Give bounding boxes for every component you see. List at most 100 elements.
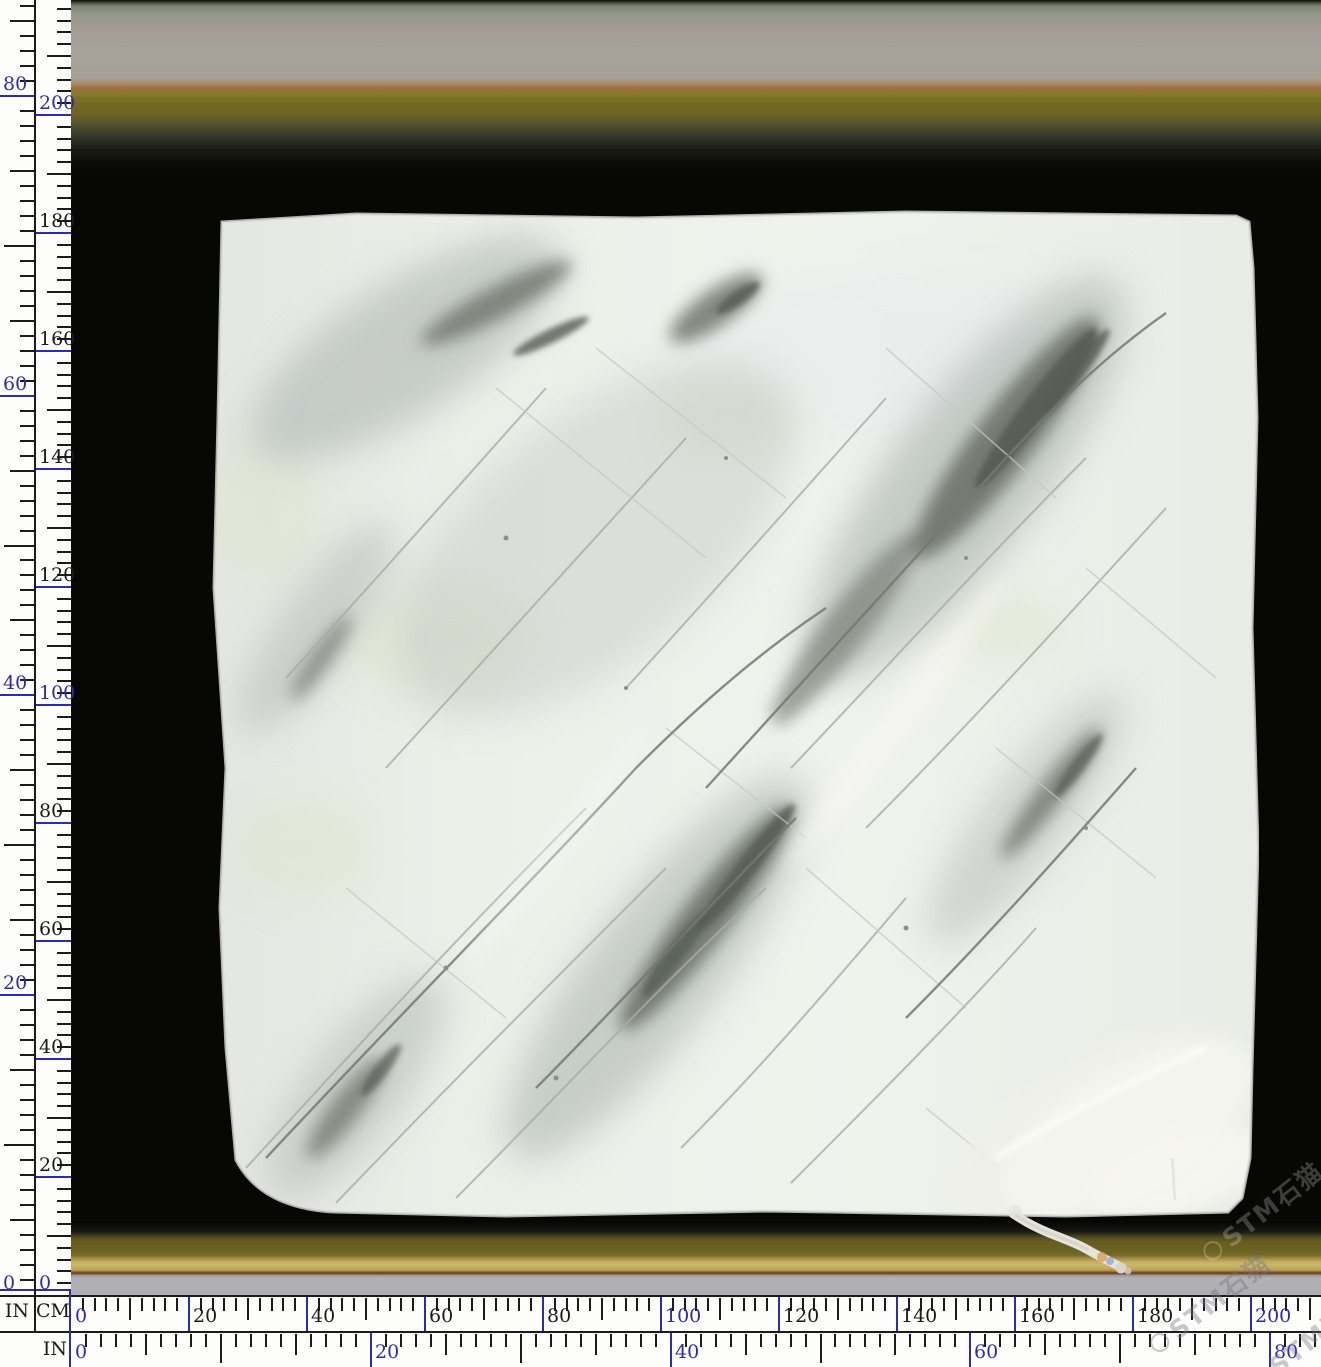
in-minor-tick bbox=[20, 35, 34, 37]
in-mid-tick bbox=[1044, 1334, 1046, 1355]
cm-minor-tick bbox=[57, 126, 71, 128]
slab-scanner-view: STM石猫 STM石猫 STM石猫 0204060801001201401601… bbox=[0, 0, 1321, 1367]
in-minor-tick bbox=[265, 1334, 267, 1347]
in-minor-tick bbox=[550, 1334, 552, 1347]
cm-minor-tick bbox=[990, 1298, 992, 1311]
cm-minor-tick bbox=[849, 1298, 851, 1311]
cm-minor-tick bbox=[223, 1298, 225, 1311]
cm-minor-tick bbox=[577, 1298, 579, 1311]
in-minor-tick bbox=[20, 709, 34, 711]
cm-major-line bbox=[424, 1297, 426, 1331]
cm-minor-tick bbox=[389, 1298, 391, 1311]
cm-minor-tick bbox=[57, 952, 71, 954]
in-major-line bbox=[0, 694, 34, 696]
cm-minor-tick bbox=[57, 362, 71, 364]
in-minor-tick bbox=[20, 784, 34, 786]
cm-minor-tick bbox=[57, 739, 71, 741]
cm-minor-tick bbox=[743, 1298, 745, 1311]
in-minor-tick bbox=[20, 485, 34, 487]
cm-minor-tick bbox=[57, 267, 71, 269]
ruler-label: 140 bbox=[901, 1306, 937, 1326]
ruler-label: 140 bbox=[39, 447, 75, 467]
ruler-label: 20 bbox=[39, 1155, 63, 1175]
cm-minor-tick bbox=[731, 1298, 733, 1311]
in-minor-tick bbox=[20, 110, 34, 112]
in-minor-tick bbox=[20, 290, 34, 292]
marble-slab-image bbox=[206, 208, 1259, 1222]
ruler-label: 160 bbox=[1019, 1306, 1055, 1326]
cm-major-line bbox=[1132, 1297, 1134, 1331]
cm-minor-tick bbox=[57, 621, 71, 623]
in-minor-tick bbox=[325, 1334, 327, 1347]
ruler-label: 0 bbox=[75, 1306, 87, 1326]
cm-minor-tick bbox=[57, 1082, 71, 1084]
vertical-ruler-divider bbox=[34, 0, 36, 1331]
in-minor-tick bbox=[20, 1204, 34, 1206]
in-minor-tick bbox=[20, 200, 34, 202]
in-minor-tick bbox=[20, 275, 34, 277]
cm-minor-tick bbox=[341, 1298, 343, 1311]
cm-minor-tick bbox=[57, 1023, 71, 1025]
cm-minor-tick bbox=[57, 834, 71, 836]
cm-minor-tick bbox=[884, 1298, 886, 1311]
cm-mid-tick bbox=[129, 1298, 131, 1320]
scanner-bottom-light-band bbox=[71, 1222, 1321, 1295]
in-mid-tick bbox=[894, 1334, 896, 1355]
in-minor-tick bbox=[715, 1334, 717, 1347]
cm-minor-tick bbox=[57, 503, 71, 505]
cm-minor-tick bbox=[412, 1298, 414, 1311]
in-minor-tick bbox=[490, 1334, 492, 1347]
cm-minor-tick bbox=[353, 1298, 355, 1311]
cm-major-line bbox=[36, 1058, 71, 1060]
in-minor-tick bbox=[1209, 1334, 1211, 1347]
cm-minor-tick bbox=[57, 975, 71, 977]
cm-mid-tick bbox=[955, 1298, 957, 1320]
cm-major-line bbox=[36, 586, 71, 588]
in-mid-tick bbox=[4, 545, 34, 547]
in-minor-tick bbox=[100, 1334, 102, 1347]
in-minor-tick bbox=[700, 1334, 702, 1347]
in-minor-tick bbox=[160, 1334, 162, 1347]
in-minor-tick bbox=[190, 1334, 192, 1347]
in-minor-tick bbox=[20, 604, 34, 606]
in-minor-tick bbox=[20, 425, 34, 427]
in-minor-tick bbox=[20, 1234, 34, 1236]
ruler-label: 40 bbox=[675, 1342, 699, 1362]
cm-minor-tick bbox=[57, 315, 71, 317]
in-minor-tick bbox=[640, 1334, 642, 1347]
in-minor-tick bbox=[340, 1334, 342, 1347]
in-minor-tick bbox=[864, 1334, 866, 1347]
in-minor-tick bbox=[20, 155, 34, 157]
in-minor-tick bbox=[430, 1334, 432, 1347]
cm-minor-tick bbox=[57, 1270, 71, 1272]
in-mid-tick bbox=[4, 844, 34, 846]
ruler-row-divider bbox=[0, 1331, 1321, 1333]
cm-minor-tick bbox=[57, 303, 71, 305]
in-minor-tick bbox=[20, 754, 34, 756]
in-minor-tick bbox=[20, 1129, 34, 1131]
in-minor-tick bbox=[20, 1009, 34, 1011]
in-minor-tick bbox=[130, 1334, 132, 1347]
cm-minor-tick bbox=[57, 138, 71, 140]
cm-minor-tick bbox=[57, 8, 71, 10]
cm-major-line bbox=[896, 1297, 898, 1331]
cm-minor-tick bbox=[57, 185, 71, 187]
in-minor-tick bbox=[760, 1334, 762, 1347]
cm-minor-tick bbox=[57, 787, 71, 789]
in-minor-tick bbox=[909, 1334, 911, 1347]
scan-image-area bbox=[71, 0, 1321, 1295]
in-mid-tick bbox=[520, 1334, 522, 1363]
in-minor-tick bbox=[625, 1334, 627, 1347]
cm-minor-tick bbox=[57, 161, 71, 163]
cm-major-line bbox=[660, 1297, 662, 1331]
cm-minor-tick bbox=[176, 1298, 178, 1311]
cm-major-line bbox=[36, 704, 71, 706]
in-minor-tick bbox=[730, 1334, 732, 1347]
cm-minor-tick bbox=[57, 197, 71, 199]
cm-minor-tick bbox=[825, 1298, 827, 1311]
in-major-line bbox=[0, 95, 34, 97]
ruler-label: 60 bbox=[3, 374, 27, 394]
cm-minor-tick bbox=[57, 610, 71, 612]
cm-minor-tick bbox=[153, 1298, 155, 1311]
cm-minor-tick bbox=[57, 1093, 71, 1095]
